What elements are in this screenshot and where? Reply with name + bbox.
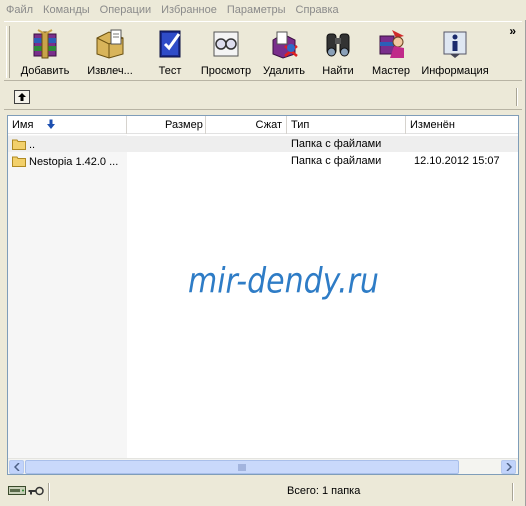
address-bar	[4, 84, 522, 110]
watermark-text: mir-dendy.ru	[188, 261, 379, 302]
wizard-button[interactable]: Мастер	[363, 22, 419, 80]
drive-icon[interactable]	[8, 485, 26, 496]
row-type-cell: Папка с файлами	[291, 155, 382, 167]
toolbar: Добавить Извлеч... Тест Просмотр Удалить…	[4, 21, 522, 81]
column-name-label: Имя	[12, 119, 34, 131]
toolbar-overflow-chevron[interactable]: »	[509, 24, 516, 38]
row-name: Nestopia 1.42.0 ...	[29, 155, 119, 168]
column-type-label: Тип	[291, 119, 310, 131]
view-icon	[213, 31, 239, 57]
extract-label: Извлеч...	[87, 65, 133, 77]
up-folder-button[interactable]	[14, 89, 30, 104]
scroll-grip-icon	[238, 463, 246, 471]
view-label: Просмотр	[200, 65, 252, 77]
menu-options[interactable]: Параметры	[227, 4, 286, 16]
status-bar: Всего: 1 папка	[0, 480, 526, 504]
menu-file[interactable]: Файл	[6, 4, 33, 16]
delete-button[interactable]: Удалить	[255, 22, 313, 80]
winrar-window: Файл Команды Операции Избранное Параметр…	[0, 0, 526, 506]
info-icon	[443, 31, 467, 58]
status-separator-right	[512, 483, 514, 501]
status-icons	[8, 485, 44, 496]
extract-button[interactable]: Извлеч...	[77, 22, 143, 80]
address-bar-separator	[516, 88, 518, 106]
list-header: Имя Размер Сжат Тип Изменён	[8, 116, 518, 134]
column-header-name[interactable]: Имя	[8, 116, 127, 134]
add-archive-icon	[33, 29, 57, 59]
column-header-packed[interactable]: Сжат	[206, 116, 287, 134]
menu-favorites[interactable]: Избранное	[161, 4, 217, 16]
row-modified-cell: 12.10.2012 15:07	[414, 155, 500, 167]
scroll-thumb[interactable]	[25, 460, 459, 474]
test-label: Тест	[158, 65, 182, 77]
find-label: Найти	[322, 65, 354, 77]
add-button[interactable]: Добавить	[13, 22, 77, 80]
scroll-left-button[interactable]	[9, 460, 24, 474]
column-packed-label: Сжат	[255, 119, 282, 131]
menu-help[interactable]: Справка	[296, 4, 339, 16]
wizard-icon	[379, 30, 404, 58]
scroll-right-button[interactable]	[501, 460, 516, 474]
status-total-text: Всего: 1 папка	[287, 485, 361, 497]
test-button[interactable]: Тест	[143, 22, 197, 80]
test-icon	[159, 30, 181, 58]
horizontal-scrollbar[interactable]	[8, 458, 518, 474]
column-size-label: Размер	[165, 119, 203, 131]
sort-arrow-down-icon	[47, 119, 55, 129]
find-icon	[326, 33, 350, 57]
name-column-shade	[8, 135, 127, 459]
wizard-label: Мастер	[371, 65, 411, 77]
column-header-size[interactable]: Размер	[127, 116, 206, 134]
folder-icon	[12, 139, 26, 150]
column-modified-label: Изменён	[410, 119, 455, 131]
scroll-left-arrow-icon	[13, 463, 20, 471]
find-button[interactable]: Найти	[313, 22, 363, 80]
row-name-cell: Nestopia 1.42.0 ...	[8, 155, 127, 168]
list-row-nestopia[interactable]: Nestopia 1.42.0 ... Папка с файлами 12.1…	[8, 153, 518, 169]
menu-bar: Файл Команды Операции Избранное Параметр…	[0, 0, 526, 20]
menu-operations[interactable]: Операции	[100, 4, 151, 16]
status-separator	[48, 483, 50, 501]
view-button[interactable]: Просмотр	[197, 22, 255, 80]
row-name-cell: ..	[8, 138, 127, 151]
info-label: Информация	[421, 65, 489, 77]
menu-commands[interactable]: Команды	[43, 4, 90, 16]
delete-icon	[272, 31, 298, 59]
file-list[interactable]: Имя Размер Сжат Тип Изменён .. Папка с ф…	[7, 115, 519, 475]
key-icon[interactable]	[28, 486, 44, 496]
scroll-right-arrow-icon	[505, 463, 512, 471]
list-row-parent[interactable]: .. Папка с файлами	[8, 136, 518, 152]
add-label: Добавить	[20, 65, 70, 77]
delete-label: Удалить	[263, 65, 305, 77]
row-type-cell: Папка с файлами	[291, 138, 382, 150]
row-name: ..	[29, 138, 36, 151]
info-button[interactable]: Информация	[419, 22, 491, 80]
folder-icon	[12, 156, 26, 167]
toolbar-grip[interactable]	[6, 26, 10, 78]
column-header-modified[interactable]: Изменён	[406, 116, 518, 134]
column-header-type[interactable]: Тип	[287, 116, 406, 134]
extract-icon	[96, 29, 124, 59]
up-arrow-icon	[18, 92, 26, 101]
